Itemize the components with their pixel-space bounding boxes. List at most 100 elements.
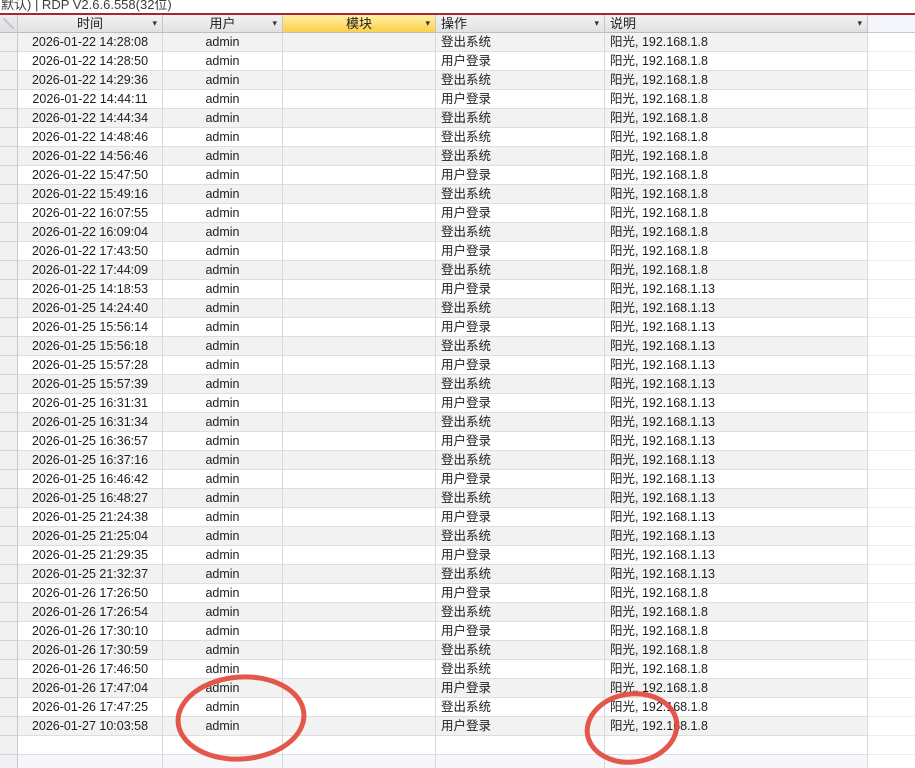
record-selector[interactable]	[0, 356, 18, 375]
cell-user[interactable]: admin	[163, 109, 283, 128]
cell-desc[interactable]: 阳光, 192.168.1.8	[605, 660, 868, 679]
cell-time[interactable]: 2026-01-22 16:07:55	[18, 204, 163, 223]
cell-desc[interactable]: 阳光, 192.168.1.8	[605, 717, 868, 736]
cell-time[interactable]: 2026-01-26 17:30:59	[18, 641, 163, 660]
cell-user[interactable]: admin	[163, 679, 283, 698]
cell-user[interactable]: admin	[163, 432, 283, 451]
cell-user[interactable]: admin	[163, 413, 283, 432]
cell-module[interactable]	[283, 128, 436, 147]
cell-module[interactable]	[283, 337, 436, 356]
cell-op[interactable]: 登出系统	[436, 299, 605, 318]
select-all-corner[interactable]	[0, 15, 18, 33]
cell-op[interactable]: 登出系统	[436, 109, 605, 128]
cell-op[interactable]: 用户登录	[436, 242, 605, 261]
record-selector[interactable]	[0, 299, 18, 318]
cell-user[interactable]: admin	[163, 223, 283, 242]
cell-time[interactable]: 2026-01-25 14:18:53	[18, 280, 163, 299]
cell-module[interactable]	[283, 679, 436, 698]
cell-desc[interactable]: 阳光, 192.168.1.8	[605, 185, 868, 204]
cell-time[interactable]: 2026-01-22 14:29:36	[18, 71, 163, 90]
cell-time[interactable]: 2026-01-25 14:24:40	[18, 299, 163, 318]
cell-op[interactable]: 登出系统	[436, 660, 605, 679]
cell-module[interactable]	[283, 242, 436, 261]
cell-user[interactable]: admin	[163, 33, 283, 52]
cell-time[interactable]: 2026-01-25 16:31:31	[18, 394, 163, 413]
cell-desc[interactable]: 阳光, 192.168.1.8	[605, 128, 868, 147]
record-selector[interactable]	[0, 565, 18, 584]
cell-op[interactable]: 登出系统	[436, 527, 605, 546]
record-selector[interactable]	[0, 546, 18, 565]
cell-time[interactable]: 2026-01-22 15:49:16	[18, 185, 163, 204]
cell-time[interactable]: 2026-01-25 21:24:38	[18, 508, 163, 527]
cell-user[interactable]: admin	[163, 508, 283, 527]
cell-user[interactable]: admin	[163, 147, 283, 166]
cell-user[interactable]: admin	[163, 52, 283, 71]
record-selector[interactable]	[0, 698, 18, 717]
cell-time[interactable]: 2026-01-26 17:47:25	[18, 698, 163, 717]
record-selector[interactable]	[0, 166, 18, 185]
cell-module[interactable]	[283, 413, 436, 432]
record-selector[interactable]	[0, 451, 18, 470]
record-selector[interactable]	[0, 470, 18, 489]
cell-module[interactable]	[283, 508, 436, 527]
cell-user[interactable]: admin	[163, 527, 283, 546]
record-selector[interactable]	[0, 660, 18, 679]
cell-user[interactable]: admin	[163, 261, 283, 280]
cell-user[interactable]: admin	[163, 375, 283, 394]
cell-module[interactable]	[283, 603, 436, 622]
cell-time[interactable]: 2026-01-25 16:37:16	[18, 451, 163, 470]
record-selector[interactable]	[0, 280, 18, 299]
cell-module[interactable]	[283, 641, 436, 660]
cell-time[interactable]: 2026-01-22 14:28:08	[18, 33, 163, 52]
cell-desc[interactable]: 阳光, 192.168.1.13	[605, 299, 868, 318]
cell-time[interactable]: 2026-01-22 16:09:04	[18, 223, 163, 242]
cell-desc[interactable]: 阳光, 192.168.1.13	[605, 489, 868, 508]
cell-module[interactable]	[283, 470, 436, 489]
cell-module[interactable]	[283, 90, 436, 109]
record-selector[interactable]	[0, 337, 18, 356]
cell-user[interactable]: admin	[163, 204, 283, 223]
cell-op[interactable]: 用户登录	[436, 90, 605, 109]
record-selector[interactable]	[0, 109, 18, 128]
record-selector[interactable]	[0, 52, 18, 71]
cell-module[interactable]	[283, 622, 436, 641]
record-selector[interactable]	[0, 508, 18, 527]
cell-op[interactable]: 登出系统	[436, 451, 605, 470]
filter-dropdown-icon[interactable]: ▾	[425, 15, 430, 32]
cell-desc[interactable]: 阳光, 192.168.1.8	[605, 223, 868, 242]
filter-dropdown-icon[interactable]: ▾	[594, 15, 599, 32]
cell-desc[interactable]: 阳光, 192.168.1.8	[605, 603, 868, 622]
cell-time[interactable]: 2026-01-25 16:31:34	[18, 413, 163, 432]
record-selector[interactable]	[0, 185, 18, 204]
cell-time[interactable]: 2026-01-26 17:30:10	[18, 622, 163, 641]
cell-desc[interactable]: 阳光, 192.168.1.13	[605, 565, 868, 584]
cell-op[interactable]: 用户登录	[436, 546, 605, 565]
cell-time[interactable]: 2026-01-22 14:44:34	[18, 109, 163, 128]
cell-user[interactable]: admin	[163, 185, 283, 204]
cell-op[interactable]	[436, 755, 605, 768]
cell-desc[interactable]: 阳光, 192.168.1.8	[605, 147, 868, 166]
cell-module[interactable]	[283, 299, 436, 318]
cell-user[interactable]: admin	[163, 299, 283, 318]
cell-time[interactable]: 2026-01-26 17:46:50	[18, 660, 163, 679]
cell-module[interactable]	[283, 52, 436, 71]
record-selector[interactable]	[0, 147, 18, 166]
cell-module[interactable]	[283, 565, 436, 584]
cell-op[interactable]: 登出系统	[436, 223, 605, 242]
cell-op[interactable]: 用户登录	[436, 679, 605, 698]
record-selector[interactable]	[0, 717, 18, 736]
cell-time[interactable]: 2026-01-25 21:25:04	[18, 527, 163, 546]
cell-desc[interactable]: 阳光, 192.168.1.8	[605, 71, 868, 90]
cell-module[interactable]	[283, 736, 436, 755]
cell-module[interactable]	[283, 660, 436, 679]
cell-user[interactable]: admin	[163, 451, 283, 470]
cell-user[interactable]: admin	[163, 622, 283, 641]
cell-module[interactable]	[283, 166, 436, 185]
cell-op[interactable]	[436, 736, 605, 755]
cell-desc[interactable]: 阳光, 192.168.1.13	[605, 508, 868, 527]
column-header-description[interactable]: 说明 ▾	[605, 15, 868, 33]
cell-user[interactable]	[163, 755, 283, 768]
cell-op[interactable]: 用户登录	[436, 166, 605, 185]
cell-module[interactable]	[283, 527, 436, 546]
record-selector[interactable]	[0, 394, 18, 413]
